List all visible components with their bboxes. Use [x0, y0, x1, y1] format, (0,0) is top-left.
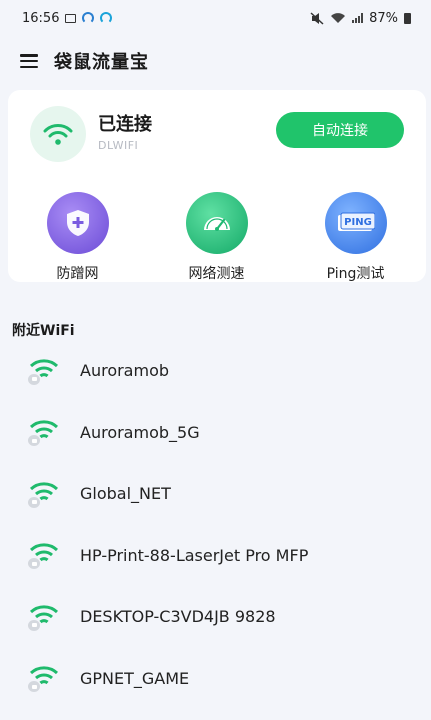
status-right: 87% — [310, 11, 411, 26]
wifi-name: GPNET_GAME — [80, 668, 190, 688]
wifi-name: Global_NET — [80, 484, 171, 504]
app-header: 袋鼠流量宝 — [0, 44, 431, 78]
battery-percent: 87% — [369, 10, 398, 26]
wifi-list-item[interactable]: Global_NET — [0, 463, 431, 525]
locked-wifi-icon — [28, 541, 60, 570]
locked-wifi-icon — [28, 664, 60, 693]
speedometer-icon — [185, 192, 248, 254]
tool-speed-test[interactable]: 网络测速 — [147, 192, 286, 283]
connected-ssid: DLWIFI — [98, 139, 139, 152]
tool-row: 防蹭网 网络测速 PING Ping测试 — [8, 192, 426, 283]
nearby-wifi-title: 附近WiFi — [12, 323, 75, 339]
wifi-name: Auroramob_5G — [80, 422, 200, 442]
wifi-list-item[interactable]: GPNET_GAME — [0, 648, 431, 710]
status-bar: 16:56 87% — [0, 0, 431, 36]
wifi-list-item[interactable]: HP-Print-88-LaserJet Pro MFP — [0, 525, 431, 587]
app-notification-icon-2 — [100, 12, 113, 24]
tool-label: 网络测速 — [188, 266, 245, 282]
image-notification-icon — [65, 13, 77, 23]
wifi-list-item[interactable]: Auroramob — [0, 340, 431, 402]
app-title: 袋鼠流量宝 — [54, 52, 149, 73]
connected-wifi-icon — [30, 106, 86, 162]
connection-status: 已连接 — [98, 114, 152, 135]
shield-plus-icon — [46, 192, 109, 254]
connection-card: 已连接 DLWIFI 自动连接 防蹭网 网络测速 PING Ping测试 — [8, 90, 426, 282]
auto-connect-button[interactable]: 自动连接 — [276, 112, 404, 148]
menu-icon[interactable] — [20, 54, 38, 68]
mute-icon — [310, 11, 324, 25]
status-time: 16:56 — [22, 10, 60, 26]
app-notification-icon — [82, 12, 95, 24]
locked-wifi-icon — [28, 418, 60, 447]
wifi-list-item[interactable]: DESKTOP-C3VD4JB 9828 — [0, 586, 431, 648]
wifi-name: Auroramob — [80, 361, 170, 381]
wifi-name: DESKTOP-C3VD4JB 9828 — [80, 607, 276, 627]
svg-text:PING: PING — [344, 217, 372, 228]
locked-wifi-icon — [28, 357, 60, 385]
nearby-wifi-list: Auroramob Auroramob_5G Global_NET HP-Pri… — [0, 340, 431, 709]
battery-icon — [404, 12, 411, 24]
locked-wifi-icon — [28, 480, 60, 508]
status-left: 16:56 — [22, 10, 113, 26]
wifi-list-item[interactable]: Auroramob_5G — [0, 402, 431, 464]
tool-label: 防蹭网 — [56, 266, 99, 282]
signal-icon — [352, 13, 364, 23]
tool-ping-test[interactable]: PING Ping测试 — [286, 192, 425, 283]
wifi-status-icon — [331, 13, 346, 23]
wifi-name: HP-Print-88-LaserJet Pro MFP — [80, 545, 309, 565]
tool-anti-leech[interactable]: 防蹭网 — [8, 192, 147, 283]
ping-icon: PING — [324, 192, 387, 254]
locked-wifi-icon — [28, 603, 60, 631]
tool-label: Ping测试 — [326, 266, 385, 282]
